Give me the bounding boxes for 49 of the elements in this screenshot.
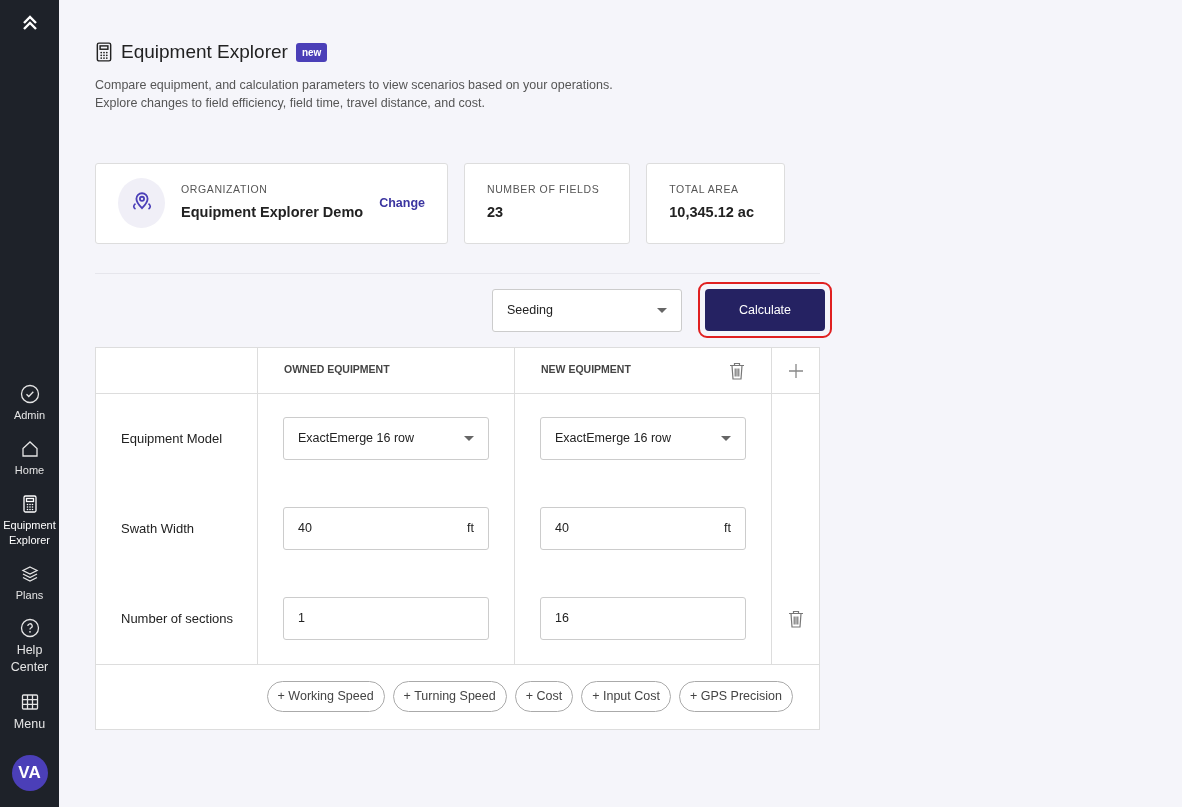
caret-icon [721, 436, 731, 441]
stat-value: 23 [487, 203, 505, 222]
column-header: OWNED EQUIPMENT [283, 362, 390, 378]
sidebar-item[interactable]: Help Center [0, 618, 59, 677]
help-icon [19, 618, 40, 639]
sidebar-item[interactable]: Equipment Explorer [0, 493, 59, 548]
unit-label: ft [724, 520, 731, 538]
input-field[interactable]: 1 [283, 597, 489, 640]
caret-icon [464, 436, 474, 441]
unit-label: ft [467, 520, 474, 538]
row-label: Number of sections [121, 609, 233, 628]
input-field[interactable]: 40 ft [283, 507, 489, 550]
trash-icon [787, 610, 804, 629]
description-text: Compare equipment, and calculation parameters to view scenarios based on your operations. [95, 76, 614, 94]
new-badge: new [295, 42, 328, 62]
caret-icon [657, 307, 667, 313]
column-header: NEW EQUIPMENT [540, 362, 631, 378]
sidebar-item[interactable]: Home [0, 439, 59, 478]
home-icon [19, 439, 40, 459]
row-label: Swath Width [121, 519, 194, 538]
add-parameter-button[interactable]: + Cost [514, 681, 574, 712]
sidebar-item[interactable]: Admin [0, 384, 59, 423]
input-field[interactable]: 16 [540, 597, 746, 640]
add-parameter-button[interactable]: + GPS Precision [678, 681, 793, 712]
page-title: Equipment Explorer [121, 40, 288, 64]
row-label: Equipment Model [121, 429, 223, 448]
sidebar-item[interactable]: Menu [0, 692, 59, 733]
sidebar-item[interactable]: Plans [0, 563, 59, 603]
stat-label: NUMBER OF FIELDS [487, 182, 600, 198]
stat-value: 10,345.12 ac [669, 203, 754, 222]
calculate-button[interactable]: Calculate [705, 289, 825, 331]
model-dropdown[interactable]: ExactEmerge 16 row [540, 417, 746, 460]
stat-label: ORGANIZATION [181, 182, 269, 198]
calculator-icon [95, 42, 113, 63]
stat-label: TOTAL AREA [669, 182, 740, 198]
trash-icon [729, 361, 745, 380]
add-parameter-button[interactable]: + Working Speed [266, 681, 385, 712]
plus-icon [787, 362, 804, 379]
grid-icon [19, 692, 40, 713]
input-field[interactable]: 40 ft [540, 507, 746, 550]
model-dropdown[interactable]: ExactEmerge 16 row [283, 417, 489, 460]
operation-dropdown[interactable]: Seeding [492, 288, 682, 332]
description-text: Explore changes to field efficiency, field time, travel distance, and cost. [95, 94, 487, 112]
avatar[interactable]: VA [11, 755, 48, 791]
change-link[interactable]: Change [379, 193, 425, 213]
add-parameter-button[interactable]: + Turning Speed [392, 681, 507, 712]
check-circle-icon [19, 384, 40, 405]
add-parameter-button[interactable]: + Input Cost [581, 681, 671, 712]
stat-value: Equipment Explorer Demo [181, 203, 364, 222]
